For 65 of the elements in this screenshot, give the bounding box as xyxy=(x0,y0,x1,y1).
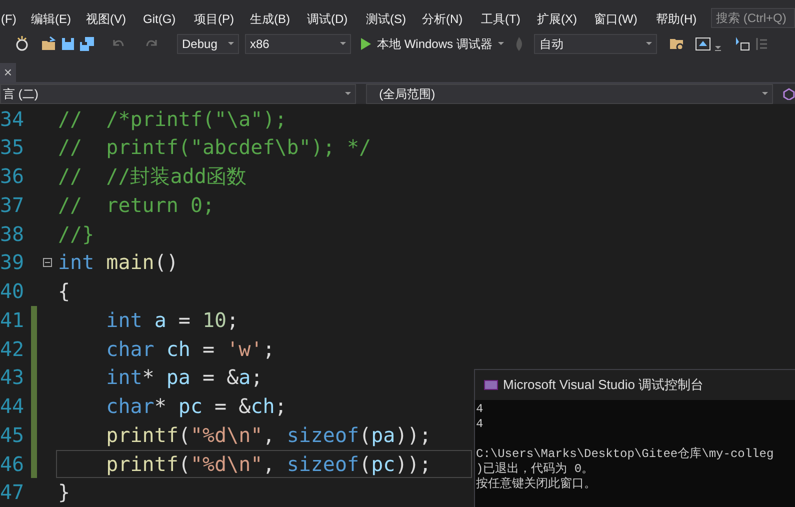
code-line: // //封装add函数 xyxy=(57,163,248,190)
console-title: Microsoft Visual Studio 调试控制台 xyxy=(503,376,704,394)
menu-item[interactable]: 工具(T) xyxy=(480,10,522,28)
dropdown-caret-icon xyxy=(345,92,352,95)
save-icon[interactable] xyxy=(61,36,75,52)
line-number: 43 xyxy=(0,364,26,392)
platform-dropdown[interactable]: x86 xyxy=(245,34,351,54)
dropdown-caret-icon xyxy=(498,42,504,46)
menu-item[interactable]: 分析(N) xyxy=(421,10,464,28)
line-number: 38 xyxy=(0,220,26,248)
line-number: 46 xyxy=(0,450,26,478)
menu-item[interactable]: 窗口(W) xyxy=(593,10,638,28)
code-line: //} xyxy=(57,220,96,248)
line-number: 44 xyxy=(0,393,26,420)
target-dropdown[interactable]: 自动 xyxy=(534,34,658,54)
menu-item[interactable]: Git(G) xyxy=(142,10,177,28)
save-all-icon[interactable] xyxy=(79,36,95,52)
code-line: // /*printf("\a"); xyxy=(57,106,288,132)
code-line: printf("%d\n", sizeof(pa)); xyxy=(105,422,432,449)
start-debugging-button[interactable]: 本地 Windows 调试器 xyxy=(359,34,506,54)
menu-item[interactable]: 调试(D) xyxy=(306,10,349,28)
code-line: int* pa = &a; xyxy=(105,364,264,392)
dropdown-caret-icon xyxy=(340,42,346,46)
code-line: // return 0; xyxy=(57,192,216,219)
console-message: C:\Users\Marks\Desktop\Gitee仓库\my-colleg xyxy=(476,447,774,462)
dropdown-caret-icon xyxy=(228,42,234,46)
code-line: char* pc = &ch; xyxy=(105,393,288,420)
console-message: 按任意键关闭此窗口。 xyxy=(476,477,596,492)
project-dropdown[interactable]: 言 (二) xyxy=(0,84,356,104)
line-number: 37 xyxy=(0,192,26,219)
line-number: 41 xyxy=(0,306,26,334)
dropdown-caret-icon xyxy=(762,92,768,95)
search-field[interactable]: 搜索 (Ctrl+Q) xyxy=(711,8,795,28)
collapse-icon[interactable] xyxy=(43,258,52,268)
line-number: 42 xyxy=(0,336,26,362)
code-line: // printf("abcdef\b"); */ xyxy=(57,134,372,162)
menu-item[interactable]: 编辑(E) xyxy=(30,10,72,28)
dropdown-caret-icon xyxy=(646,42,652,46)
configuration-dropdown[interactable]: Debug xyxy=(177,34,239,54)
menu-item[interactable]: 项目(P) xyxy=(193,10,235,28)
line-number: 47 xyxy=(0,479,26,506)
line-number: 36 xyxy=(0,163,26,190)
line-number: 45 xyxy=(0,422,26,449)
console-output-line: 4 xyxy=(476,417,484,432)
menu-item[interactable]: 测试(S) xyxy=(365,10,407,28)
console-message: )已退出，代码为 0。 xyxy=(476,462,594,476)
line-number: 39 xyxy=(0,249,26,276)
menu-item[interactable]: 帮助(H) xyxy=(655,10,698,28)
code-line: { xyxy=(57,278,72,305)
menu-item[interactable]: 视图(V) xyxy=(85,10,127,28)
code-line: int a = 10; xyxy=(105,306,240,334)
code-line: char ch = 'w'; xyxy=(105,336,276,362)
menu-item[interactable]: 生成(B) xyxy=(249,10,291,28)
code-line: int main() xyxy=(57,249,180,276)
play-icon xyxy=(361,38,371,50)
line-number: 34 xyxy=(0,106,26,132)
line-number: 35 xyxy=(0,134,26,162)
close-tab-button[interactable]: × xyxy=(0,63,16,82)
menu-item[interactable]: (F) xyxy=(0,10,18,28)
scope-dropdown[interactable]: (全局范围) xyxy=(366,84,774,104)
menu-item[interactable]: 扩展(X) xyxy=(536,10,578,28)
open-folder-icon[interactable] xyxy=(41,36,57,52)
line-number: 40 xyxy=(0,278,26,305)
code-line: } xyxy=(57,479,72,506)
console-output-line: 4 xyxy=(476,402,484,417)
